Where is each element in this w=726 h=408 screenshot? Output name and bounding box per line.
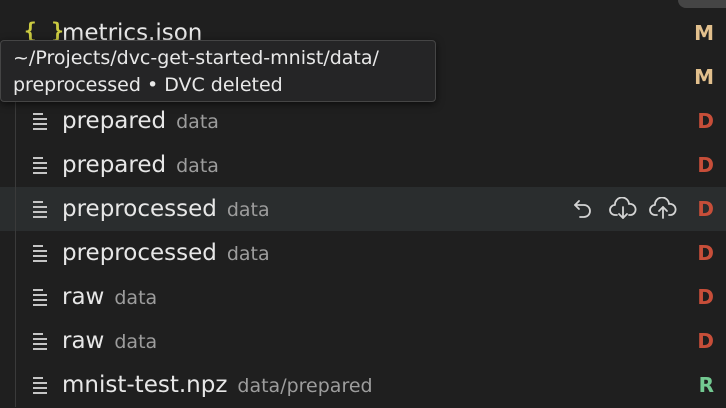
file-lines-icon <box>33 157 47 174</box>
file-path-description: data <box>114 287 158 309</box>
list-item-mnist-test-npz[interactable]: mnist-test.npz data/prepared R <box>0 363 726 407</box>
list-item-prepared[interactable]: prepared data D <box>0 99 726 143</box>
file-path-description: data <box>176 155 219 177</box>
status-badge: D <box>697 285 714 309</box>
list-item-prepared[interactable]: prepared data D <box>0 143 726 187</box>
file-lines-icon <box>33 333 47 350</box>
discard-changes-icon[interactable] <box>568 195 598 223</box>
status-badge: D <box>697 153 714 177</box>
file-name: mnist-test.npz data/prepared <box>62 372 373 398</box>
status-badge: D <box>697 109 714 133</box>
hover-tooltip: ~/Projects/dvc-get-started-mnist/data/ p… <box>0 40 436 102</box>
status-badge: D <box>697 241 714 265</box>
file-name: preprocessed data <box>62 240 270 266</box>
indent-guide <box>15 231 16 275</box>
file-name: preprocessed data <box>62 196 270 222</box>
file-path-description: data <box>226 199 270 221</box>
tooltip-path-line: ~/Projects/dvc-get-started-mnist/data/ <box>13 47 379 69</box>
indent-guide <box>15 187 16 231</box>
status-badge: D <box>697 329 714 353</box>
file-lines-icon <box>33 201 47 218</box>
file-lines-icon <box>33 113 47 130</box>
indent-guide <box>15 363 16 407</box>
list-item-raw[interactable]: raw data D <box>0 275 726 319</box>
file-lines-icon <box>33 245 47 262</box>
status-badge: M <box>694 65 714 89</box>
tooltip-status-line: preprocessed • DVC deleted <box>13 74 283 96</box>
indent-guide <box>15 99 16 143</box>
status-badge: R <box>698 373 714 397</box>
scrollbar-thumb[interactable] <box>678 0 726 8</box>
file-name: prepared data <box>62 108 219 134</box>
file-name: raw data <box>62 328 158 354</box>
cloud-download-icon[interactable] <box>608 195 638 223</box>
file-lines-icon <box>33 377 47 394</box>
cloud-upload-icon[interactable] <box>648 195 678 223</box>
list-item-preprocessed[interactable]: preprocessed data D <box>0 231 726 275</box>
file-path-description: data <box>226 243 270 265</box>
indent-guide <box>15 319 16 363</box>
row-actions <box>568 195 678 223</box>
file-lines-icon <box>33 289 47 306</box>
indent-guide <box>15 275 16 319</box>
indent-guide <box>15 143 16 187</box>
file-path-description: data <box>114 331 158 353</box>
status-badge: D <box>697 197 714 221</box>
list-item-preprocessed-hovered[interactable]: preprocessed data D <box>0 187 726 231</box>
file-name: prepared data <box>62 152 219 178</box>
file-path-description: data/prepared <box>237 375 373 397</box>
file-path-description: data <box>176 111 219 133</box>
file-name: raw data <box>62 284 158 310</box>
list-item-raw[interactable]: raw data D <box>0 319 726 363</box>
status-badge: M <box>694 21 714 45</box>
